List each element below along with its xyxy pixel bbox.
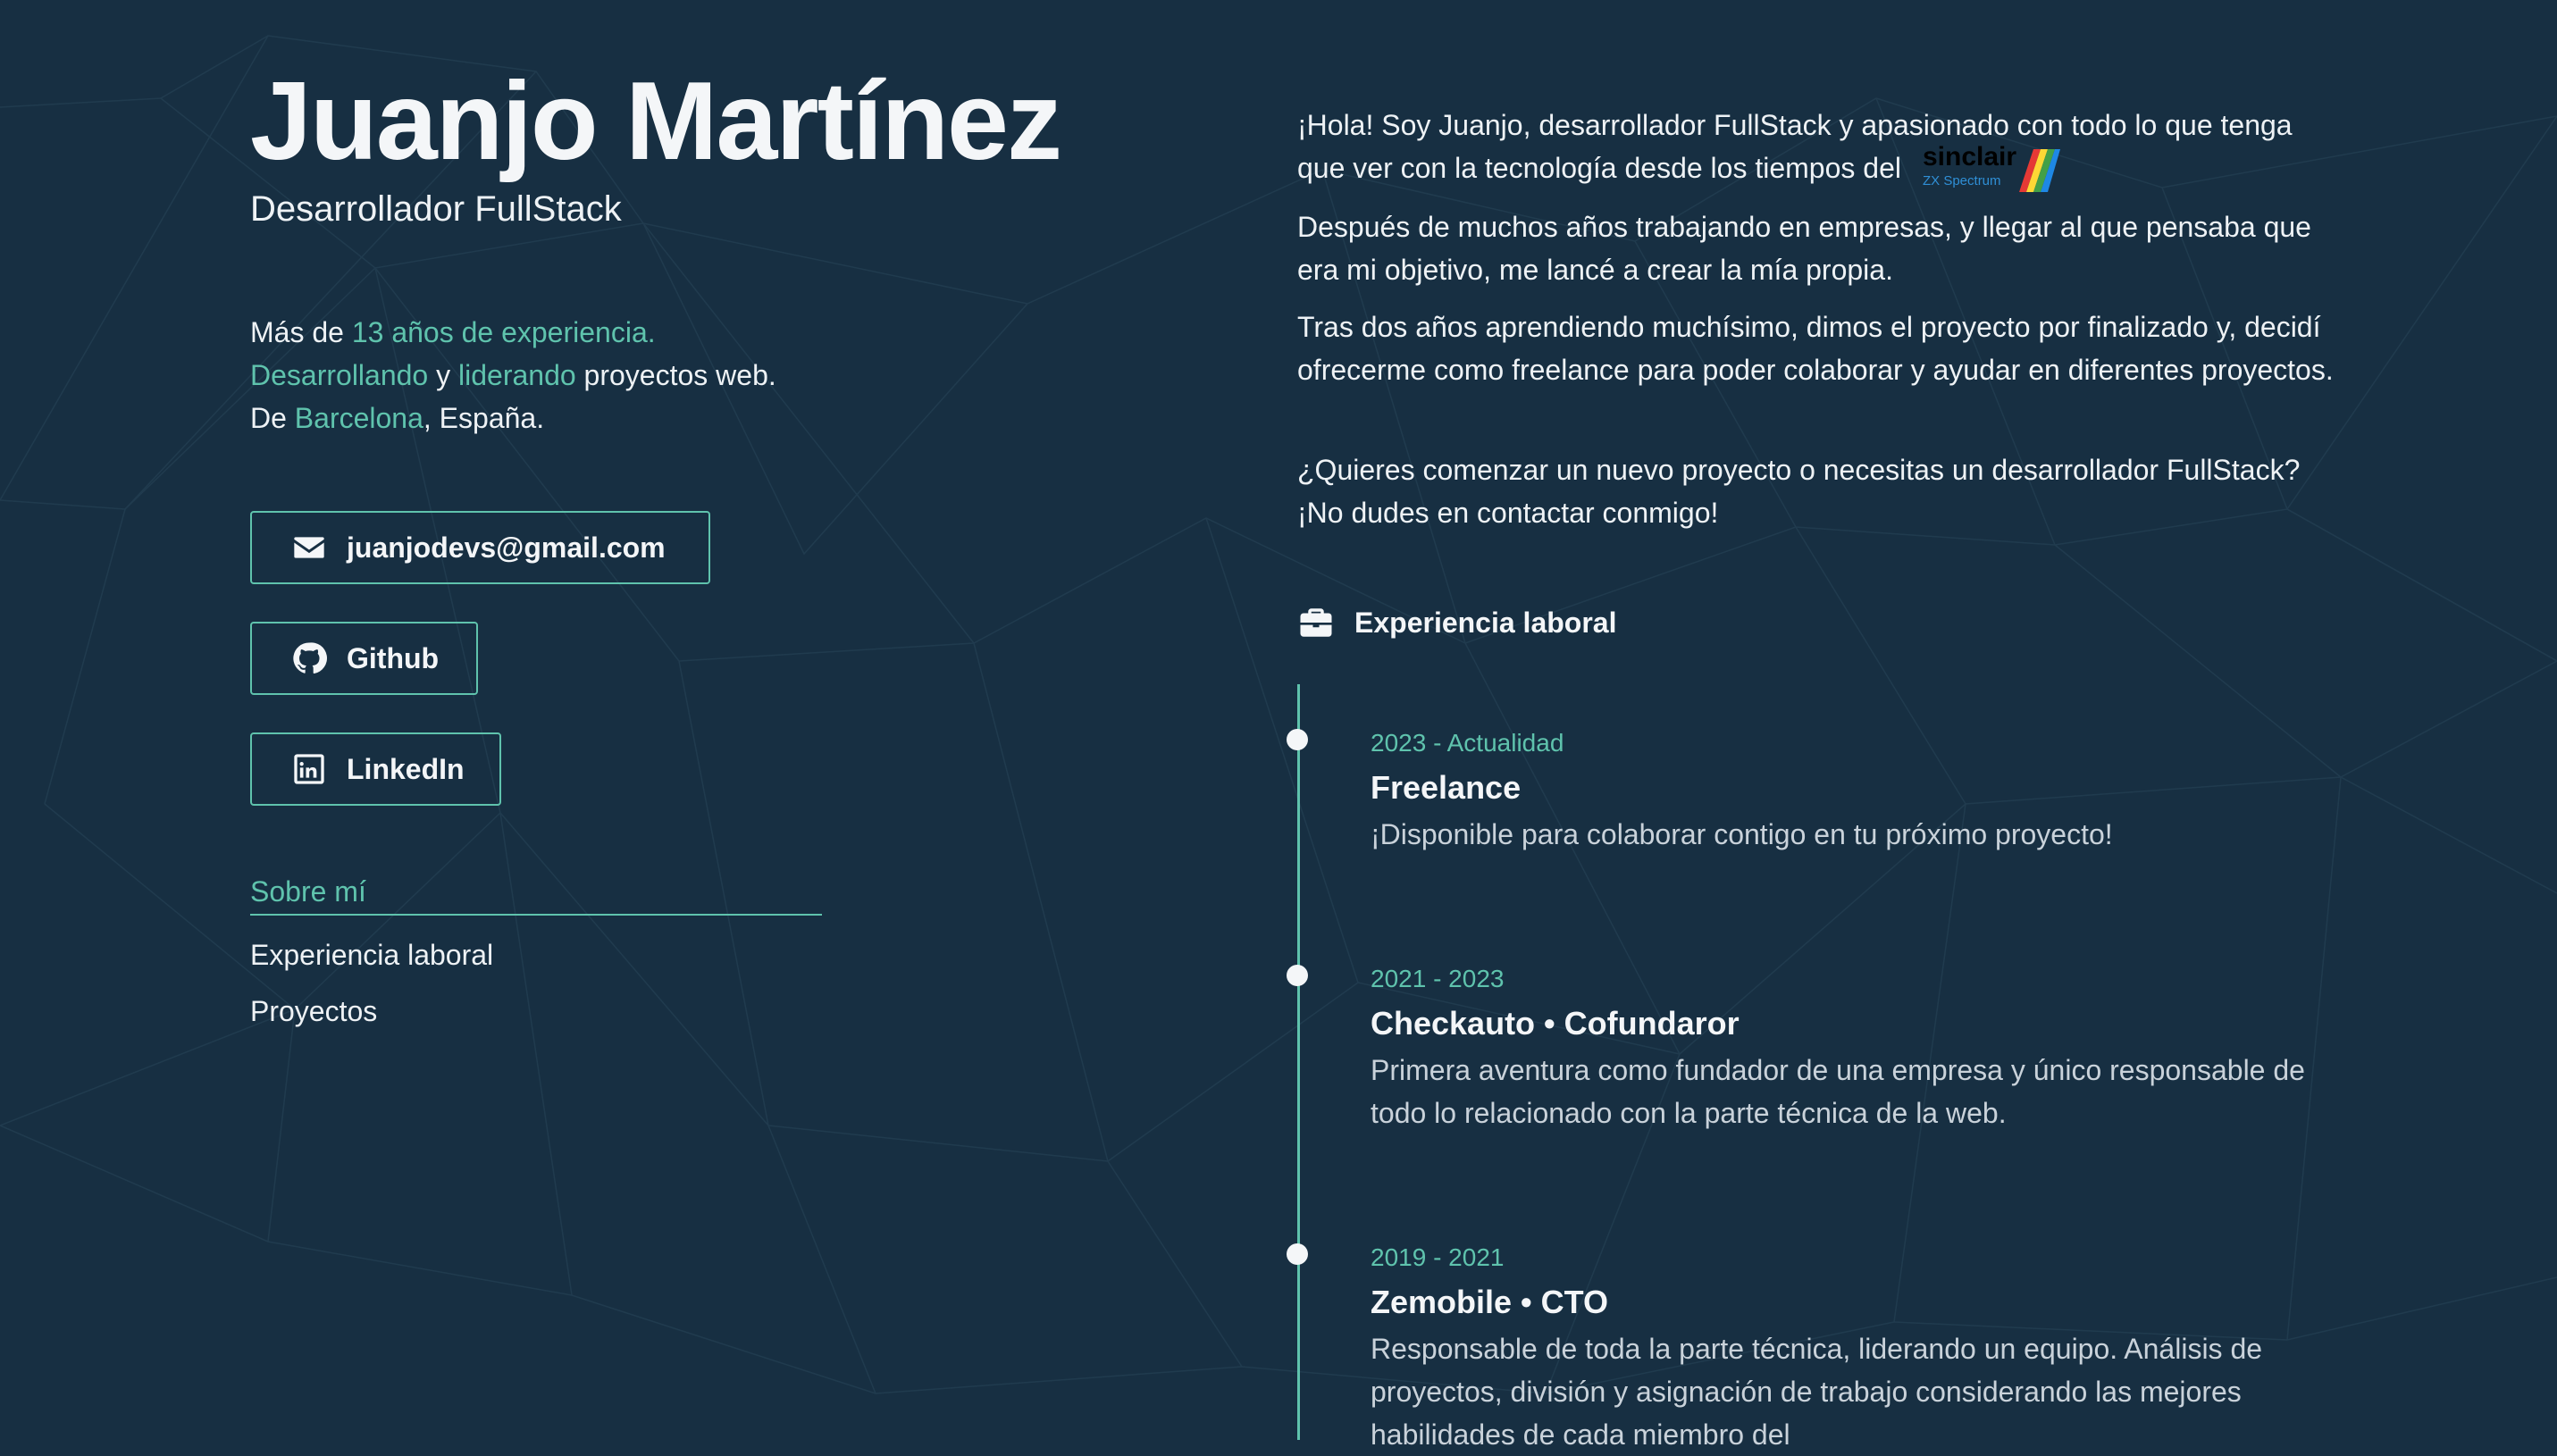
- zx-spectrum-logo-wordmark: sinclair: [1923, 142, 2016, 172]
- about-paragraph: ¡Hola! Soy Juanjo, desarrollador FullSta…: [1297, 104, 2334, 192]
- profile-intro: Más de 13 años de experiencia. Desarroll…: [250, 311, 776, 439]
- profile-role: Desarrollador FullStack: [250, 189, 622, 229]
- job-description: ¡Disponible para colaborar contigo en tu…: [1371, 818, 2113, 850]
- intro-text: De: [250, 402, 295, 434]
- intro-text: , España.: [423, 402, 545, 434]
- about-paragraph: ¿Quieres comenzar un nuevo proyecto o ne…: [1297, 454, 2301, 529]
- timeline-dot: [1287, 729, 1308, 750]
- job-title: Zemobile • CTO: [1371, 1284, 1608, 1320]
- job-date: 2021 - 2023: [1371, 965, 1505, 992]
- profile-name: Juanjo Martínez: [250, 60, 1062, 183]
- linkedin-button-label: LinkedIn: [347, 752, 465, 785]
- job-description: Responsable de toda la parte técnica, li…: [1371, 1333, 2263, 1451]
- zx-spectrum-logo-sub: ZX Spectrum: [1923, 173, 2001, 188]
- timeline-item: 2019 - 2021 Zemobile • CTO Responsable d…: [1287, 1238, 2335, 1456]
- job-date: 2023 - Actualidad: [1371, 729, 1564, 757]
- job-title: Checkauto • Cofundaror: [1371, 1005, 1740, 1042]
- job-description: Primera aventura como fundador de una em…: [1371, 1054, 2305, 1129]
- github-button[interactable]: Github: [250, 622, 478, 695]
- briefcase-icon: [1300, 608, 1332, 637]
- intro-highlight-years: 13 años de experiencia.: [351, 316, 656, 348]
- github-button-label: Github: [347, 641, 440, 674]
- intro-highlight-developing: Desarrollando: [250, 359, 429, 391]
- timeline-line: [1297, 684, 1300, 1440]
- experience-heading-label: Experiencia laboral: [1354, 606, 1617, 639]
- email-button[interactable]: juanjodevs@gmail.com: [250, 511, 710, 584]
- timeline-item: 2021 - 2023 Checkauto • Cofundaror Prime…: [1287, 959, 2335, 1134]
- intro-highlight-leading: liderando: [458, 359, 576, 391]
- job-title: Freelance: [1371, 769, 1522, 806]
- timeline-item: 2023 - Actualidad Freelance ¡Disponible …: [1287, 724, 2335, 856]
- intro-line-work: Desarrollando y liderando proyectos web.: [250, 354, 776, 397]
- intro-text: y: [428, 359, 458, 391]
- intro-line-experience: Más de 13 años de experiencia.: [250, 311, 776, 354]
- intro-text: proyectos web.: [575, 359, 776, 391]
- nav-item-about[interactable]: Sobre mí: [250, 875, 822, 916]
- linkedin-button[interactable]: LinkedIn: [250, 732, 501, 806]
- nav-item-experience[interactable]: Experiencia laboral: [250, 939, 822, 972]
- experience-heading: Experiencia laboral: [1297, 604, 1616, 641]
- nav-item-projects[interactable]: Proyectos: [250, 995, 822, 1028]
- intro-highlight-city: Barcelona: [294, 402, 423, 434]
- about-paragraph: Tras dos años aprendiendo muchísimo, dim…: [1297, 311, 2334, 386]
- linkedin-icon: [294, 754, 324, 784]
- timeline-dot: [1287, 1243, 1308, 1265]
- zx-spectrum-logo: sinclair ZX Spectrum: [1923, 142, 2060, 192]
- timeline-dot: [1287, 965, 1308, 986]
- email-button-label: juanjodevs@gmail.com: [347, 531, 666, 564]
- intro-line-location: De Barcelona, España.: [250, 397, 776, 439]
- github-icon: [293, 642, 327, 674]
- job-date: 2019 - 2021: [1371, 1243, 1505, 1271]
- section-nav: Sobre mí Experiencia laboral Proyectos: [250, 875, 822, 1051]
- mail-icon: [294, 537, 324, 558]
- about-paragraph-text: ¡Hola! Soy Juanjo, desarrollador FullSta…: [1297, 109, 2293, 184]
- about-paragraph: Después de muchos años trabajando en emp…: [1297, 211, 2311, 286]
- intro-text: Más de: [250, 316, 352, 348]
